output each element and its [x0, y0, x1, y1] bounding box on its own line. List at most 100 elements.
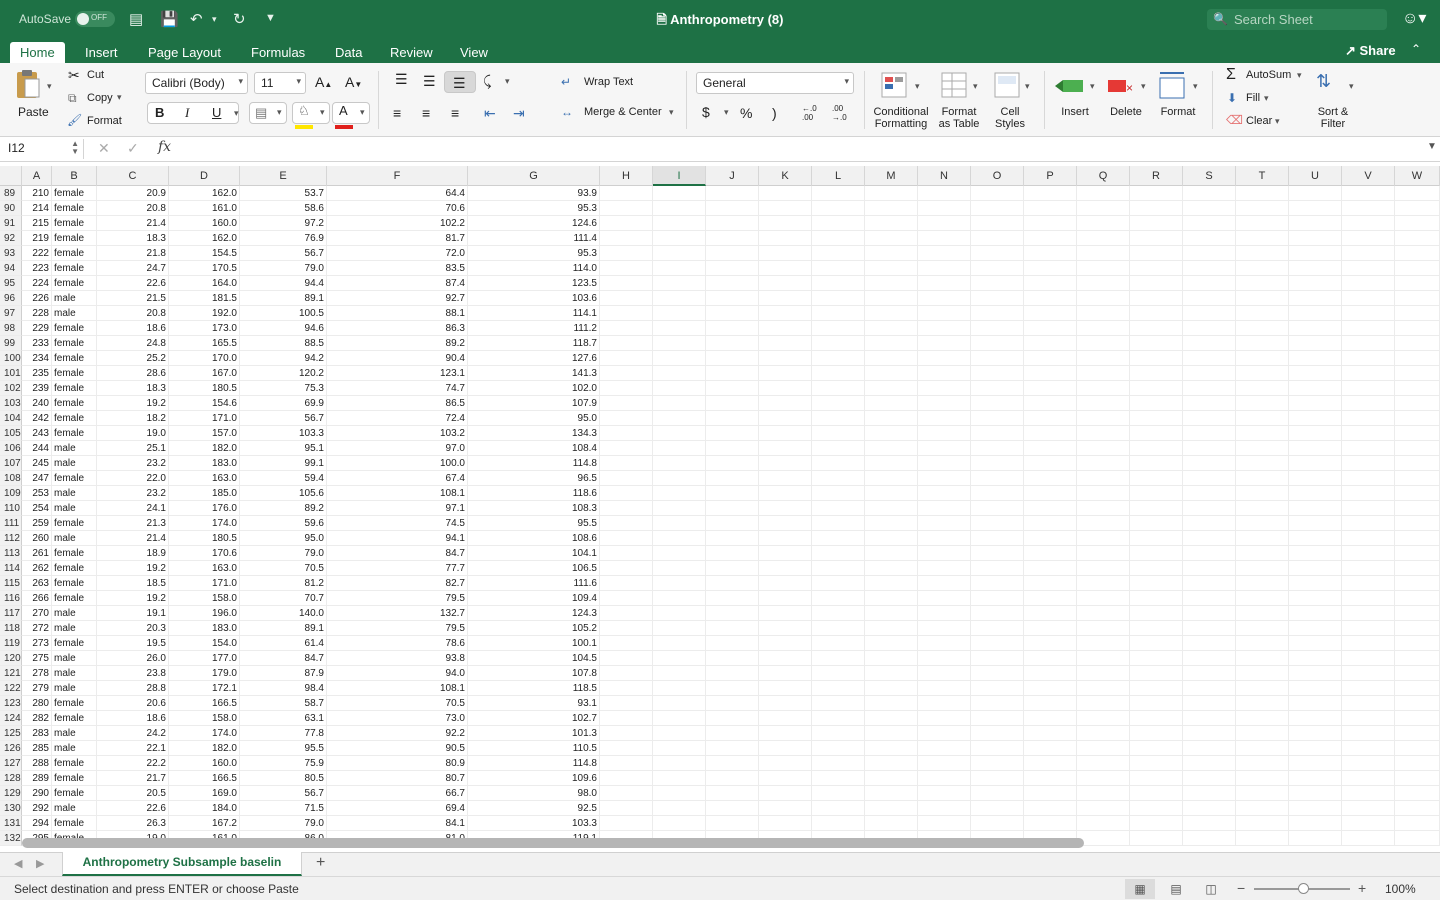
cell-a[interactable]: 234	[22, 351, 52, 366]
empty-cell[interactable]	[812, 531, 865, 546]
empty-cell[interactable]	[1130, 246, 1183, 261]
empty-cell[interactable]	[971, 276, 1024, 291]
empty-cell[interactable]	[706, 186, 759, 201]
empty-cell[interactable]	[1342, 381, 1395, 396]
empty-cell[interactable]	[1395, 816, 1440, 831]
tab-data[interactable]: Data	[325, 42, 372, 63]
empty-cell[interactable]	[653, 531, 706, 546]
borders-button[interactable]: ▤ ▾	[249, 102, 287, 124]
empty-cell[interactable]	[1395, 291, 1440, 306]
empty-cell[interactable]	[1130, 381, 1183, 396]
empty-cell[interactable]	[1236, 786, 1289, 801]
empty-cell[interactable]	[600, 381, 653, 396]
empty-cell[interactable]	[1130, 696, 1183, 711]
empty-cell[interactable]	[759, 306, 812, 321]
empty-cell[interactable]	[1183, 816, 1236, 831]
empty-cell[interactable]	[1024, 816, 1077, 831]
sidebar-toggle-icon[interactable]: ▤	[129, 10, 143, 28]
empty-cell[interactable]	[706, 276, 759, 291]
cell-f[interactable]: 84.7	[327, 546, 468, 561]
feedback-smiley-icon[interactable]: ☺▾	[1402, 8, 1426, 28]
empty-cell[interactable]	[1289, 351, 1342, 366]
empty-cell[interactable]	[1289, 291, 1342, 306]
cell-c[interactable]: 18.3	[97, 231, 169, 246]
empty-cell[interactable]	[1183, 651, 1236, 666]
cell-a[interactable]: 290	[22, 786, 52, 801]
empty-cell[interactable]	[1236, 471, 1289, 486]
empty-cell[interactable]	[653, 696, 706, 711]
empty-cell[interactable]	[1130, 411, 1183, 426]
row-number[interactable]: 119	[0, 636, 22, 651]
cell-b[interactable]: female	[52, 381, 97, 396]
cell-g[interactable]: 92.5	[468, 801, 600, 816]
empty-cell[interactable]	[600, 576, 653, 591]
empty-cell[interactable]	[1024, 381, 1077, 396]
empty-cell[interactable]	[759, 426, 812, 441]
bold-button[interactable]: B	[155, 105, 164, 120]
cell-b[interactable]: female	[52, 351, 97, 366]
empty-cell[interactable]	[653, 351, 706, 366]
empty-cell[interactable]	[1183, 201, 1236, 216]
empty-cell[interactable]	[706, 291, 759, 306]
empty-cell[interactable]	[918, 666, 971, 681]
autosave-toggle[interactable]: OFF	[75, 11, 115, 27]
cell-a[interactable]: 288	[22, 756, 52, 771]
empty-cell[interactable]	[1289, 411, 1342, 426]
cell-g[interactable]: 127.6	[468, 351, 600, 366]
empty-cell[interactable]	[812, 711, 865, 726]
empty-cell[interactable]	[653, 366, 706, 381]
row-number[interactable]: 121	[0, 666, 22, 681]
cell-b[interactable]: female	[52, 636, 97, 651]
empty-cell[interactable]	[1289, 621, 1342, 636]
cell-d[interactable]: 181.5	[169, 291, 240, 306]
cell-b[interactable]: female	[52, 516, 97, 531]
increase-decimal-icon[interactable]: ←.0.00	[802, 104, 817, 122]
empty-cell[interactable]	[600, 231, 653, 246]
align-right-icon[interactable]: ≡	[451, 105, 459, 121]
row-number[interactable]: 102	[0, 381, 22, 396]
column-header-w[interactable]: W	[1395, 166, 1440, 186]
empty-cell[interactable]	[1289, 756, 1342, 771]
empty-cell[interactable]	[1342, 651, 1395, 666]
row-number[interactable]: 93	[0, 246, 22, 261]
empty-cell[interactable]	[971, 771, 1024, 786]
empty-cell[interactable]	[1130, 261, 1183, 276]
empty-cell[interactable]	[812, 216, 865, 231]
empty-cell[interactable]	[812, 816, 865, 831]
increase-font-size-icon[interactable]: A▲	[315, 74, 332, 90]
empty-cell[interactable]	[1077, 696, 1130, 711]
empty-cell[interactable]	[1289, 246, 1342, 261]
empty-cell[interactable]	[1395, 531, 1440, 546]
empty-cell[interactable]	[812, 381, 865, 396]
empty-cell[interactable]	[600, 471, 653, 486]
empty-cell[interactable]	[865, 621, 918, 636]
empty-cell[interactable]	[1395, 306, 1440, 321]
empty-cell[interactable]	[1183, 591, 1236, 606]
next-sheet-icon[interactable]: ▶	[36, 857, 44, 870]
cell-e[interactable]: 94.4	[240, 276, 327, 291]
empty-cell[interactable]	[1289, 456, 1342, 471]
empty-cell[interactable]	[706, 321, 759, 336]
cell-c[interactable]: 24.1	[97, 501, 169, 516]
empty-cell[interactable]	[759, 321, 812, 336]
zoom-slider[interactable]	[1254, 883, 1350, 894]
empty-cell[interactable]	[600, 351, 653, 366]
empty-cell[interactable]	[1236, 831, 1289, 846]
empty-cell[interactable]	[812, 261, 865, 276]
empty-cell[interactable]	[1289, 276, 1342, 291]
empty-cell[interactable]	[1024, 636, 1077, 651]
cell-b[interactable]: male	[52, 501, 97, 516]
cell-a[interactable]: 254	[22, 501, 52, 516]
column-header-a[interactable]: A	[22, 166, 52, 186]
empty-cell[interactable]	[1077, 711, 1130, 726]
empty-cell[interactable]	[653, 786, 706, 801]
empty-cell[interactable]	[706, 246, 759, 261]
cell-d[interactable]: 166.5	[169, 771, 240, 786]
empty-cell[interactable]	[1183, 726, 1236, 741]
cell-d[interactable]: 171.0	[169, 576, 240, 591]
empty-cell[interactable]	[1077, 816, 1130, 831]
cell-d[interactable]: 185.0	[169, 486, 240, 501]
cell-d[interactable]: 192.0	[169, 306, 240, 321]
cell-b[interactable]: female	[52, 696, 97, 711]
cell-d[interactable]: 160.0	[169, 756, 240, 771]
